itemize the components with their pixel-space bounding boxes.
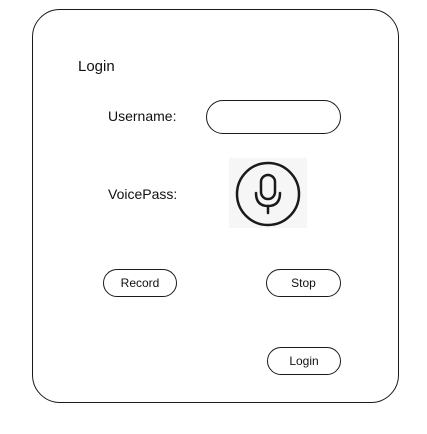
record-button[interactable]: Record <box>103 269 177 297</box>
page-title: Login <box>78 58 115 75</box>
stop-button[interactable]: Stop <box>266 269 341 297</box>
username-input[interactable] <box>206 100 341 134</box>
voicepass-label: VoicePass: <box>108 186 178 202</box>
microphone-icon[interactable] <box>229 158 307 228</box>
login-button[interactable]: Login <box>267 347 341 375</box>
username-label: Username: <box>108 108 177 124</box>
